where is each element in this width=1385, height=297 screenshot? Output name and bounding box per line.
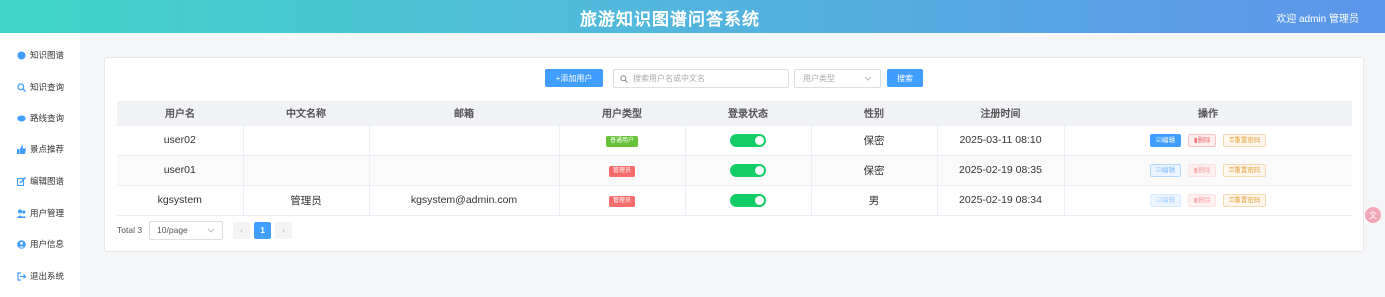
login-status-toggle[interactable] <box>730 163 766 177</box>
sidebar-item-label: 知识图谱 <box>30 50 65 60</box>
actions-cell: ☑编辑 ▮删除 ⚿重置密码 <box>1064 185 1352 216</box>
login-status-cell <box>685 125 812 156</box>
login-status-toggle[interactable] <box>730 193 766 207</box>
delete-button[interactable]: ▮删除 <box>1187 193 1217 207</box>
user-type-cell: 管理员 <box>559 155 686 186</box>
cn-name-cell <box>243 155 370 186</box>
gender-cell: 保密 <box>811 155 938 186</box>
chevron-down-icon <box>207 226 215 236</box>
search-placeholder: 搜索用户名或中文名 <box>633 74 705 83</box>
gender-cell: 男 <box>811 185 938 216</box>
users-icon <box>17 209 26 218</box>
user-circle-icon <box>17 239 26 249</box>
column-header: 中文名称 <box>243 101 369 126</box>
search-icon <box>17 82 26 92</box>
actions-cell: ☑编辑 ▮删除 ⚿重置密码 <box>1064 125 1352 156</box>
table-row: kgsystem 管理员 kgsystem@admin.com 管理员 男 20… <box>117 185 1352 216</box>
sidebar-item-knowledge-graph[interactable]: 知识图谱 <box>17 48 64 62</box>
next-page-button[interactable]: › <box>275 221 293 239</box>
search-icon <box>620 74 628 83</box>
user-table: 用户名 中文名称 邮箱 用户类型 登录状态 性别 注册时间 操作 user02 … <box>117 101 1352 216</box>
add-user-button[interactable]: +添加用户 <box>545 69 603 87</box>
welcome-user[interactable]: 欢迎 admin 管理员 <box>1276 10 1359 25</box>
actions-cell: ☑编辑 ▮删除 ⚿重置密码 <box>1064 155 1352 186</box>
edit-button[interactable]: ☑编辑 <box>1150 133 1181 147</box>
user-type-badge: 管理员 <box>608 166 635 177</box>
sidebar-item-recommend[interactable]: 景点推荐 <box>17 142 64 156</box>
sidebar: 知识图谱 知识查询 路线查询 景点推荐 编辑图谱 用户管理 用户信息 退出系统 <box>0 33 80 297</box>
app-header: 旅游知识图谱问答系统 欢迎 admin 管理员 <box>0 0 1385 33</box>
sidebar-item-user-info[interactable]: 用户信息 <box>17 237 64 251</box>
column-header: 用户类型 <box>559 101 685 126</box>
sidebar-item-user-management[interactable]: 用户管理 <box>17 206 64 220</box>
search-button[interactable]: 搜索 <box>887 69 923 87</box>
circle-icon <box>17 51 26 60</box>
user-type-placeholder: 用户类型 <box>803 74 835 83</box>
sidebar-item-route-query[interactable]: 路线查询 <box>17 111 64 125</box>
page-1-button[interactable]: 1 <box>254 221 272 239</box>
registered-cell: 2025-02-19 08:35 <box>937 155 1065 186</box>
pagination: Total 3 10/page ‹ 1 › <box>117 220 293 240</box>
gender-cell: 保密 <box>811 125 938 156</box>
email-cell <box>369 125 560 156</box>
table-header-row: 用户名 中文名称 邮箱 用户类型 登录状态 性别 注册时间 操作 <box>117 101 1352 126</box>
email-cell: kgsystem@admin.com <box>369 185 560 216</box>
sidebar-item-knowledge-query[interactable]: 知识查询 <box>17 80 64 94</box>
route-icon <box>17 114 26 123</box>
column-header: 性别 <box>811 101 937 126</box>
app-title: 旅游知识图谱问答系统 <box>580 10 760 29</box>
sidebar-item-label: 用户信息 <box>30 239 65 249</box>
reset-password-button[interactable]: ⚿重置密码 <box>1223 163 1267 177</box>
column-header: 操作 <box>1064 101 1352 126</box>
user-type-cell: 管理员 <box>559 185 686 216</box>
edit-icon <box>16 176 27 186</box>
column-header: 邮箱 <box>369 101 559 126</box>
login-status-toggle[interactable] <box>730 133 766 147</box>
sidebar-item-label: 知识查询 <box>30 82 65 92</box>
sidebar-item-label: 路线查询 <box>30 113 65 123</box>
user-type-cell: 普通用户 <box>559 125 686 156</box>
cn-name-cell: 管理员 <box>243 185 370 216</box>
translate-float-icon[interactable]: 文 <box>1365 207 1381 223</box>
user-type-badge: 普通用户 <box>605 136 638 147</box>
thumbs-up-icon <box>17 144 26 154</box>
chevron-down-icon <box>864 74 872 84</box>
login-status-cell <box>685 155 812 186</box>
sidebar-item-label: 景点推荐 <box>30 144 65 154</box>
column-header: 注册时间 <box>937 101 1064 126</box>
logout-icon <box>17 271 27 281</box>
prev-page-button[interactable]: ‹ <box>233 221 251 239</box>
email-cell <box>369 155 560 186</box>
username-cell: user01 <box>117 155 244 186</box>
sidebar-item-logout[interactable]: 退出系统 <box>17 269 64 283</box>
total-count: Total 3 <box>117 225 143 235</box>
registered-cell: 2025-03-11 08:10 <box>937 125 1065 156</box>
sidebar-item-label: 退出系统 <box>30 271 65 281</box>
cn-name-cell <box>243 125 370 156</box>
sidebar-item-label: 用户管理 <box>30 208 65 218</box>
login-status-cell <box>685 185 812 216</box>
sidebar-item-edit-graph[interactable]: 编辑图谱 <box>16 174 65 188</box>
edit-button[interactable]: ☑编辑 <box>1150 193 1181 207</box>
delete-button[interactable]: ▮删除 <box>1187 133 1217 147</box>
user-type-badge: 管理员 <box>608 196 635 207</box>
table-row: user02 普通用户 保密 2025-03-11 08:10 ☑编辑 ▮删除 … <box>117 125 1352 156</box>
page-size-value: 10/page <box>157 225 188 235</box>
sidebar-item-label: 编辑图谱 <box>30 176 65 186</box>
page-size-select[interactable]: 10/page <box>149 220 224 240</box>
table-row: user01 管理员 保密 2025-02-19 08:35 ☑编辑 ▮删除 ⚿… <box>117 155 1352 186</box>
username-cell: kgsystem <box>117 185 244 216</box>
search-input[interactable]: 搜索用户名或中文名 <box>613 69 789 88</box>
user-type-select[interactable]: 用户类型 <box>794 69 881 88</box>
column-header: 用户名 <box>117 101 243 126</box>
reset-password-button[interactable]: ⚿重置密码 <box>1223 193 1267 207</box>
delete-button[interactable]: ▮删除 <box>1187 163 1217 177</box>
username-cell: user02 <box>117 125 244 156</box>
registered-cell: 2025-02-19 08:34 <box>937 185 1065 216</box>
reset-password-button[interactable]: ⚿重置密码 <box>1223 133 1267 147</box>
column-header: 登录状态 <box>685 101 811 126</box>
edit-button[interactable]: ☑编辑 <box>1150 163 1181 177</box>
user-management-card: +添加用户 搜索用户名或中文名 用户类型 搜索 用户名 中文名称 邮箱 用户类型… <box>104 57 1364 252</box>
